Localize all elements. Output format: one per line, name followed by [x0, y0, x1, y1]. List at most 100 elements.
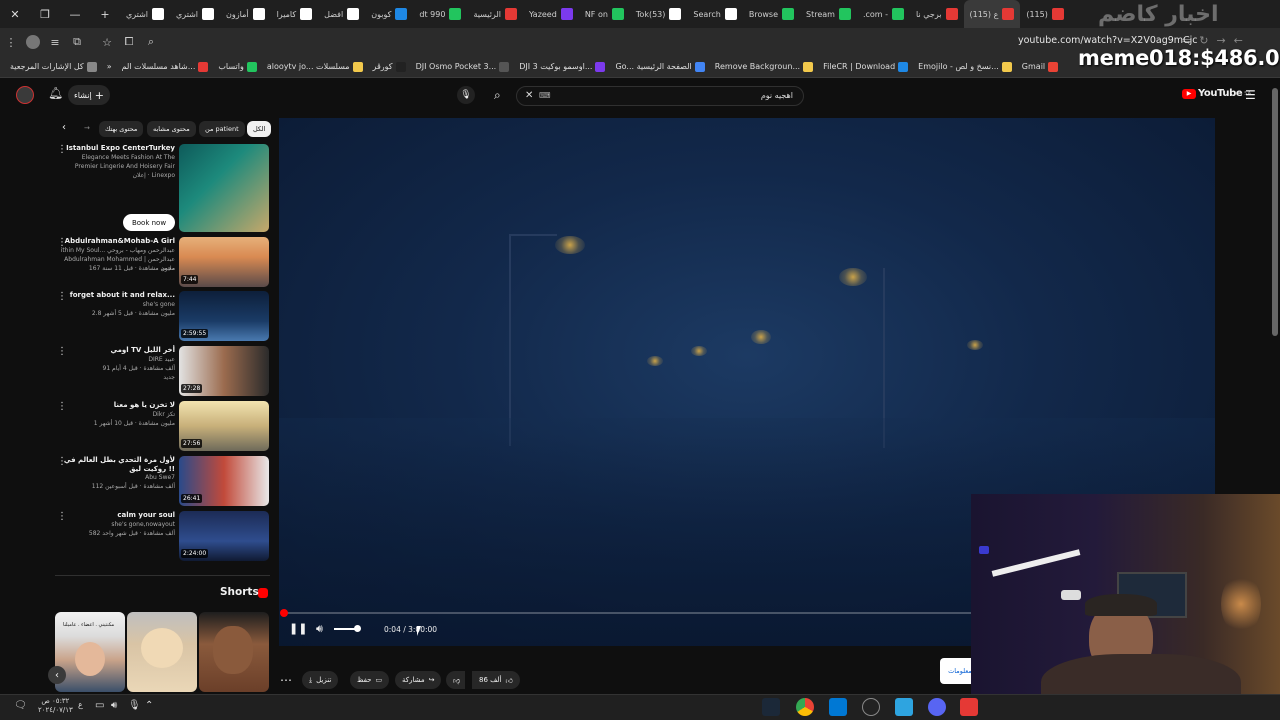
- browser-tab[interactable]: (115): [1020, 0, 1070, 28]
- bookmark-item[interactable]: واتساب: [218, 61, 257, 72]
- related-video-item[interactable]: 2:24:00 calm your soul she's gone,nowayout…: [54, 511, 270, 563]
- browser-tab[interactable]: .com -: [857, 0, 910, 28]
- browser-tab[interactable]: افضل: [318, 0, 365, 28]
- chrome-icon[interactable]: [796, 698, 814, 716]
- zoom-icon[interactable]: ⌕: [140, 31, 162, 53]
- restore-window-icon[interactable]: ❐: [30, 0, 60, 28]
- address-bar-url[interactable]: youtube.com/watch?v=X2V0ag9mCjc: [1018, 35, 1198, 46]
- like-button[interactable]: 86 ألف 👍︎: [472, 671, 520, 689]
- video-title[interactable]: calm your soul: [55, 511, 175, 520]
- tray-overflow-icon[interactable]: ⌃: [145, 700, 153, 711]
- related-video-item[interactable]: Istanbul Expo CenterTurkey Elegance Meets…: [54, 144, 270, 236]
- keyboard-icon[interactable]: ⌨: [539, 91, 551, 100]
- chip-similar[interactable]: محتوى مشابه: [147, 121, 196, 137]
- video-title[interactable]: Abdulrahman&Mohab-A Girl: [55, 237, 175, 246]
- search-input[interactable]: ✕ ⌨ اهجيه نوم: [516, 86, 804, 106]
- video-thumbnail[interactable]: 27:28: [179, 346, 269, 396]
- video-menu-icon[interactable]: ⋮: [57, 511, 67, 522]
- discord-icon[interactable]: [928, 698, 946, 716]
- bookmark-item[interactable]: Remove Backgroun...: [715, 61, 814, 72]
- volume-icon[interactable]: 🔊︎: [316, 622, 323, 636]
- progress-scrubber[interactable]: [280, 609, 288, 617]
- bookmark-item[interactable]: alooytv jo... مسلسلات: [267, 61, 363, 72]
- short-thumbnail[interactable]: [199, 612, 269, 692]
- bookmarks-more-icon[interactable]: »: [107, 62, 112, 71]
- clear-search-icon[interactable]: ✕: [525, 90, 533, 101]
- video-title[interactable]: لا تخزن يا هو معنا: [55, 401, 175, 410]
- video-title[interactable]: Istanbul Expo CenterTurkey: [55, 144, 175, 153]
- video-title[interactable]: لأول مرة التحدي بطل العالم في روكيت ليق …: [55, 456, 175, 474]
- related-video-item[interactable]: 26:41 لأول مرة التحدي بطل العالم في روكيت…: [54, 456, 270, 508]
- store-icon[interactable]: [829, 698, 847, 716]
- related-video-item[interactable]: 27:56 لا تخزن يا هو معنا Dikr تكز 1 مليون م…: [54, 401, 270, 453]
- bookmark-star-icon[interactable]: ☆: [96, 31, 118, 53]
- guide-menu-icon[interactable]: ☰: [1245, 88, 1256, 102]
- video-menu-icon[interactable]: ⋮: [57, 237, 67, 248]
- browser-tab[interactable]: اشتري: [120, 0, 170, 28]
- video-menu-icon[interactable]: ⋮: [57, 144, 67, 155]
- app-icon[interactable]: [960, 698, 978, 716]
- dislike-button[interactable]: 👎︎: [446, 671, 466, 689]
- youtube-logo[interactable]: ▶ YouTube SA: [1182, 88, 1251, 99]
- browser-tab[interactable]: NF on: [579, 0, 630, 28]
- book-now-button[interactable]: Book now: [123, 214, 175, 231]
- download-button[interactable]: ⤓ تنزيل: [302, 671, 339, 689]
- video-menu-icon[interactable]: ⋮: [57, 456, 67, 467]
- video-menu-icon[interactable]: ⋮: [57, 291, 67, 302]
- battery-icon[interactable]: ▭: [95, 700, 104, 711]
- browser-tab[interactable]: Search: [687, 0, 742, 28]
- new-tab-icon[interactable]: +: [90, 0, 120, 28]
- browser-tab[interactable]: Yazeed: [523, 0, 579, 28]
- video-thumbnail[interactable]: 26:41: [179, 456, 269, 506]
- browser-tab[interactable]: (115) ع: [963, 0, 1021, 28]
- video-menu-icon[interactable]: ⋮: [57, 401, 67, 412]
- browser-tab[interactable]: Tok(53): [630, 0, 687, 28]
- page-scrollbar[interactable]: [1272, 88, 1278, 336]
- shorts-prev-icon[interactable]: ‹: [48, 666, 66, 684]
- fiverr-icon[interactable]: [895, 698, 913, 716]
- obs-icon[interactable]: [862, 698, 880, 716]
- create-button[interactable]: إنشاء +: [68, 85, 110, 105]
- volume-tray-icon[interactable]: 🔊︎: [111, 700, 117, 711]
- browser-tab[interactable]: كوبون: [365, 0, 413, 28]
- video-thumbnail[interactable]: 2:59:55: [179, 291, 269, 341]
- progress-bar[interactable]: [283, 612, 971, 614]
- screenshot-icon[interactable]: ⧠: [118, 31, 140, 53]
- chip-related[interactable]: محتوى بهتك: [99, 121, 144, 137]
- volume-knob[interactable]: [354, 625, 361, 632]
- browser-tab[interactable]: برجي نا: [910, 0, 963, 28]
- browser-tab[interactable]: اشتري: [170, 0, 220, 28]
- chip-from-channel[interactable]: من patient: [199, 121, 245, 137]
- extensions-icon[interactable]: ⧉: [66, 31, 88, 53]
- video-menu-icon[interactable]: ⋮: [57, 346, 67, 357]
- mic-tray-icon[interactable]: 🎙︎: [128, 700, 141, 711]
- short-thumbnail[interactable]: [127, 612, 197, 692]
- bookmark-item[interactable]: كل الإشارات المرجعية: [10, 61, 97, 72]
- video-thumbnail[interactable]: 27:56: [179, 401, 269, 451]
- browser-tab[interactable]: كاميرا: [271, 0, 319, 28]
- close-window-icon[interactable]: ✕: [0, 0, 30, 28]
- browser-tab[interactable]: Stream: [800, 0, 857, 28]
- bookmark-item[interactable]: Go... الصفحة الرئيسية: [615, 61, 705, 72]
- share-button[interactable]: مشاركة ↪: [395, 671, 442, 689]
- browser-tab[interactable]: dt 990: [413, 0, 467, 28]
- video-thumbnail[interactable]: 7:44: [179, 237, 269, 287]
- browser-tab[interactable]: Browse: [743, 0, 800, 28]
- pause-button[interactable]: ❚❚: [289, 622, 307, 635]
- related-video-item[interactable]: 27:28 اومي TV أخر الليل DIRE عبيد 91 ألف مش…: [54, 346, 270, 398]
- video-thumbnail[interactable]: [179, 144, 269, 232]
- bookmark-item[interactable]: كورڤر: [373, 61, 406, 72]
- related-video-item[interactable]: 2:59:55 forget about it and relax... she's…: [54, 291, 270, 343]
- bookmark-item[interactable]: DJI Osmo Pocket 3...: [416, 61, 510, 72]
- browser-tab[interactable]: الرئيسية: [467, 0, 523, 28]
- voice-search-icon[interactable]: 🎙︎: [457, 86, 475, 104]
- notification-icon[interactable]: 🗨︎: [14, 700, 27, 711]
- profile-avatar[interactable]: [22, 31, 44, 53]
- video-title[interactable]: forget about it and relax...: [55, 291, 175, 300]
- short-thumbnail[interactable]: مكنتيني . اعضاء . عاميلنا: [55, 612, 125, 692]
- bookmark-item[interactable]: DJI اوسمو بوكيت 3...: [519, 61, 606, 72]
- related-video-item[interactable]: 7:44 Abdulrahman&Mohab-A Girl ithin My Sou…: [54, 237, 270, 289]
- media-control-icon[interactable]: ≡: [44, 31, 66, 53]
- notifications-bell-icon[interactable]: 🔔︎: [48, 86, 63, 100]
- bookmark-item[interactable]: Emojilo - نسخ و لص...: [918, 61, 1012, 72]
